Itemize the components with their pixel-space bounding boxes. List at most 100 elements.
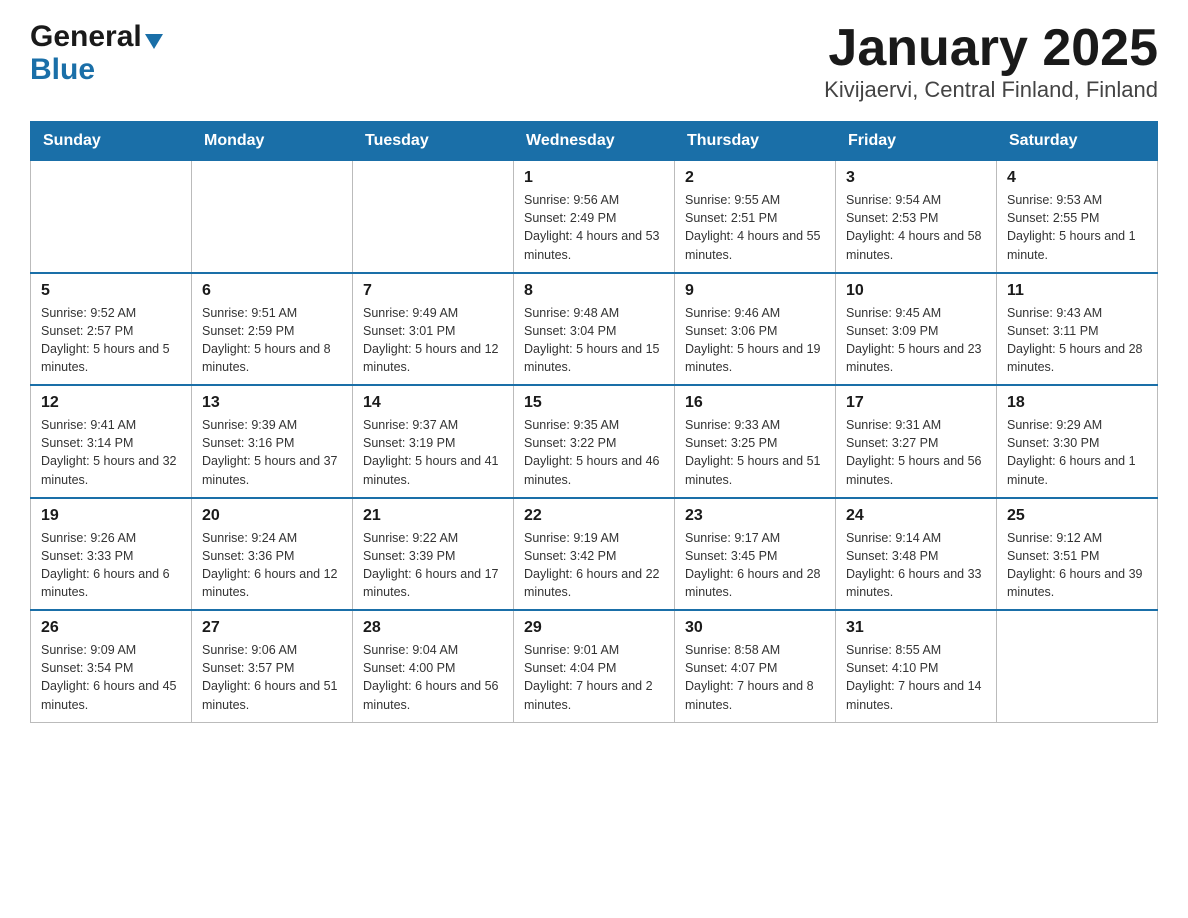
day-info: Sunrise: 9:29 AM Sunset: 3:30 PM Dayligh… bbox=[1007, 416, 1147, 489]
day-info: Sunrise: 9:31 AM Sunset: 3:27 PM Dayligh… bbox=[846, 416, 986, 489]
calendar-cell: 28Sunrise: 9:04 AM Sunset: 4:00 PM Dayli… bbox=[353, 610, 514, 722]
calendar-cell: 10 Sunrise: 9:45 AM Sunset: 3:09 PM Dayli… bbox=[836, 273, 997, 386]
day-number: 24 bbox=[846, 507, 986, 525]
calendar-cell bbox=[997, 610, 1158, 722]
day-info: Sunrise: 9:41 AM Sunset: 3:14 PM Dayligh… bbox=[41, 416, 181, 489]
calendar-cell: 19 Sunrise: 9:26 AM Sunset: 3:33 PM Dayli… bbox=[31, 498, 192, 611]
day-info: Sunrise: 9:14 AM Sunset: 3:48 PM Dayligh… bbox=[846, 529, 986, 602]
day-number: 9 bbox=[685, 282, 825, 300]
day-number: 13 bbox=[202, 394, 342, 412]
column-header-friday: Friday bbox=[836, 122, 997, 161]
calendar-cell: 23Sunrise: 9:17 AM Sunset: 3:45 PM Dayli… bbox=[675, 498, 836, 611]
day-info: Sunrise: 9:52 AM Sunset: 2:57 PM Dayligh… bbox=[41, 304, 181, 377]
day-number: 19 bbox=[41, 507, 181, 525]
day-number: 30 bbox=[685, 619, 825, 637]
day-info: Sunrise: 9:49 AM Sunset: 3:01 PM Dayligh… bbox=[363, 304, 503, 377]
column-header-sunday: Sunday bbox=[31, 122, 192, 161]
calendar-header-row: SundayMondayTuesdayWednesdayThursdayFrid… bbox=[31, 122, 1158, 161]
calendar-cell bbox=[353, 161, 514, 273]
day-info: Sunrise: 9:45 AM Sunset: 3:09 PM Dayligh… bbox=[846, 304, 986, 377]
logo: General Blue bbox=[30, 20, 163, 86]
logo-general: General bbox=[30, 20, 142, 53]
logo-triangle-icon bbox=[145, 34, 163, 49]
day-number: 6 bbox=[202, 282, 342, 300]
column-header-tuesday: Tuesday bbox=[353, 122, 514, 161]
day-number: 4 bbox=[1007, 169, 1147, 187]
page-subtitle: Kivijaervi, Central Finland, Finland bbox=[824, 77, 1158, 103]
calendar-cell: 8Sunrise: 9:48 AM Sunset: 3:04 PM Daylig… bbox=[514, 273, 675, 386]
day-info: Sunrise: 8:58 AM Sunset: 4:07 PM Dayligh… bbox=[685, 641, 825, 714]
day-number: 8 bbox=[524, 282, 664, 300]
day-number: 14 bbox=[363, 394, 503, 412]
column-header-thursday: Thursday bbox=[675, 122, 836, 161]
day-number: 10 bbox=[846, 282, 986, 300]
calendar-cell: 7 Sunrise: 9:49 AM Sunset: 3:01 PM Daylig… bbox=[353, 273, 514, 386]
day-info: Sunrise: 9:17 AM Sunset: 3:45 PM Dayligh… bbox=[685, 529, 825, 602]
day-number: 5 bbox=[41, 282, 181, 300]
column-header-monday: Monday bbox=[192, 122, 353, 161]
day-info: Sunrise: 9:26 AM Sunset: 3:33 PM Dayligh… bbox=[41, 529, 181, 602]
day-info: Sunrise: 9:55 AM Sunset: 2:51 PM Dayligh… bbox=[685, 191, 825, 264]
day-number: 2 bbox=[685, 169, 825, 187]
day-number: 1 bbox=[524, 169, 664, 187]
calendar-cell: 26 Sunrise: 9:09 AM Sunset: 3:54 PM Dayli… bbox=[31, 610, 192, 722]
calendar-cell: 20Sunrise: 9:24 AM Sunset: 3:36 PM Dayli… bbox=[192, 498, 353, 611]
calendar-week-row: 19 Sunrise: 9:26 AM Sunset: 3:33 PM Dayli… bbox=[31, 498, 1158, 611]
day-info: Sunrise: 9:19 AM Sunset: 3:42 PM Dayligh… bbox=[524, 529, 664, 602]
calendar-cell: 27Sunrise: 9:06 AM Sunset: 3:57 PM Dayli… bbox=[192, 610, 353, 722]
calendar-week-row: 1Sunrise: 9:56 AM Sunset: 2:49 PM Daylig… bbox=[31, 161, 1158, 273]
calendar-cell: 17 Sunrise: 9:31 AM Sunset: 3:27 PM Dayli… bbox=[836, 385, 997, 498]
calendar-cell: 6 Sunrise: 9:51 AM Sunset: 2:59 PM Daylig… bbox=[192, 273, 353, 386]
day-info: Sunrise: 9:12 AM Sunset: 3:51 PM Dayligh… bbox=[1007, 529, 1147, 602]
day-info: Sunrise: 9:37 AM Sunset: 3:19 PM Dayligh… bbox=[363, 416, 503, 489]
day-info: Sunrise: 9:01 AM Sunset: 4:04 PM Dayligh… bbox=[524, 641, 664, 714]
day-info: Sunrise: 9:35 AM Sunset: 3:22 PM Dayligh… bbox=[524, 416, 664, 489]
calendar-week-row: 26 Sunrise: 9:09 AM Sunset: 3:54 PM Dayli… bbox=[31, 610, 1158, 722]
day-number: 31 bbox=[846, 619, 986, 637]
calendar-week-row: 12Sunrise: 9:41 AM Sunset: 3:14 PM Dayli… bbox=[31, 385, 1158, 498]
calendar-table: SundayMondayTuesdayWednesdayThursdayFrid… bbox=[30, 121, 1158, 723]
day-info: Sunrise: 9:46 AM Sunset: 3:06 PM Dayligh… bbox=[685, 304, 825, 377]
calendar-cell: 21Sunrise: 9:22 AM Sunset: 3:39 PM Dayli… bbox=[353, 498, 514, 611]
calendar-cell: 25 Sunrise: 9:12 AM Sunset: 3:51 PM Dayli… bbox=[997, 498, 1158, 611]
day-number: 11 bbox=[1007, 282, 1147, 300]
day-number: 3 bbox=[846, 169, 986, 187]
day-info: Sunrise: 8:55 AM Sunset: 4:10 PM Dayligh… bbox=[846, 641, 986, 714]
title-block: January 2025 Kivijaervi, Central Finland… bbox=[824, 20, 1158, 103]
calendar-cell bbox=[31, 161, 192, 273]
day-number: 22 bbox=[524, 507, 664, 525]
calendar-cell: 30 Sunrise: 8:58 AM Sunset: 4:07 PM Dayli… bbox=[675, 610, 836, 722]
day-number: 7 bbox=[363, 282, 503, 300]
day-info: Sunrise: 9:33 AM Sunset: 3:25 PM Dayligh… bbox=[685, 416, 825, 489]
calendar-cell: 24 Sunrise: 9:14 AM Sunset: 3:48 PM Dayli… bbox=[836, 498, 997, 611]
day-number: 27 bbox=[202, 619, 342, 637]
calendar-cell: 9 Sunrise: 9:46 AM Sunset: 3:06 PM Daylig… bbox=[675, 273, 836, 386]
day-info: Sunrise: 9:09 AM Sunset: 3:54 PM Dayligh… bbox=[41, 641, 181, 714]
day-info: Sunrise: 9:51 AM Sunset: 2:59 PM Dayligh… bbox=[202, 304, 342, 377]
calendar-cell: 29Sunrise: 9:01 AM Sunset: 4:04 PM Dayli… bbox=[514, 610, 675, 722]
day-number: 25 bbox=[1007, 507, 1147, 525]
calendar-cell: 3 Sunrise: 9:54 AM Sunset: 2:53 PM Daylig… bbox=[836, 161, 997, 273]
calendar-cell: 16 Sunrise: 9:33 AM Sunset: 3:25 PM Dayli… bbox=[675, 385, 836, 498]
calendar-cell: 13 Sunrise: 9:39 AM Sunset: 3:16 PM Dayli… bbox=[192, 385, 353, 498]
day-info: Sunrise: 9:39 AM Sunset: 3:16 PM Dayligh… bbox=[202, 416, 342, 489]
page-header: General Blue January 2025 Kivijaervi, Ce… bbox=[30, 20, 1158, 103]
calendar-cell: 11Sunrise: 9:43 AM Sunset: 3:11 PM Dayli… bbox=[997, 273, 1158, 386]
day-number: 16 bbox=[685, 394, 825, 412]
day-info: Sunrise: 9:54 AM Sunset: 2:53 PM Dayligh… bbox=[846, 191, 986, 264]
day-info: Sunrise: 9:24 AM Sunset: 3:36 PM Dayligh… bbox=[202, 529, 342, 602]
day-number: 15 bbox=[524, 394, 664, 412]
calendar-cell: 15 Sunrise: 9:35 AM Sunset: 3:22 PM Dayli… bbox=[514, 385, 675, 498]
logo-blue: Blue bbox=[30, 53, 95, 86]
column-header-wednesday: Wednesday bbox=[514, 122, 675, 161]
column-header-saturday: Saturday bbox=[997, 122, 1158, 161]
calendar-cell: 14 Sunrise: 9:37 AM Sunset: 3:19 PM Dayli… bbox=[353, 385, 514, 498]
day-number: 26 bbox=[41, 619, 181, 637]
calendar-cell bbox=[192, 161, 353, 273]
day-info: Sunrise: 9:04 AM Sunset: 4:00 PM Dayligh… bbox=[363, 641, 503, 714]
day-info: Sunrise: 9:53 AM Sunset: 2:55 PM Dayligh… bbox=[1007, 191, 1147, 264]
day-number: 17 bbox=[846, 394, 986, 412]
page-title: January 2025 bbox=[824, 20, 1158, 77]
calendar-cell: 18Sunrise: 9:29 AM Sunset: 3:30 PM Dayli… bbox=[997, 385, 1158, 498]
calendar-cell: 1Sunrise: 9:56 AM Sunset: 2:49 PM Daylig… bbox=[514, 161, 675, 273]
